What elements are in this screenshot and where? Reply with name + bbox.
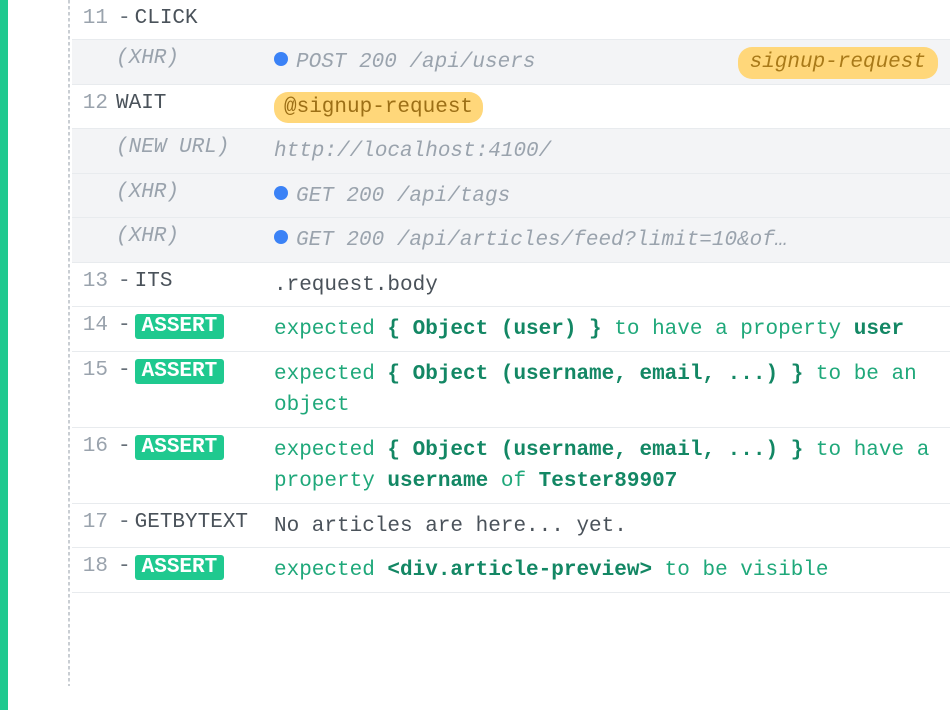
assert-value: { Object (user) } bbox=[387, 318, 601, 341]
child-dash: - bbox=[118, 7, 131, 30]
command-name-col: (XHR) bbox=[116, 45, 274, 70]
command-name-col: -ASSERT bbox=[116, 312, 274, 339]
command-row[interactable]: 14-ASSERTexpected { Object (user) } to h… bbox=[72, 307, 950, 352]
child-dash: - bbox=[118, 314, 131, 337]
assert-text: to be visible bbox=[652, 559, 828, 582]
line-number: 11 bbox=[72, 5, 116, 30]
line-number: 12 bbox=[72, 90, 116, 115]
command-row[interactable]: 16-ASSERTexpected { Object (username, em… bbox=[72, 428, 950, 504]
command-row[interactable]: (NEW URL) http://localhost:4100/ bbox=[72, 129, 950, 174]
command-name-col: WAIT bbox=[116, 90, 274, 115]
command-row[interactable]: 15-ASSERTexpected { Object (username, em… bbox=[72, 352, 950, 428]
command-message: No articles are here... yet. bbox=[274, 509, 938, 543]
command-name-col: (XHR) bbox=[116, 179, 274, 204]
assert-text: of bbox=[488, 470, 538, 493]
command-name-col: (NEW URL) bbox=[116, 134, 274, 159]
command-name-col: -ASSERT bbox=[116, 553, 274, 580]
assert-text: expected bbox=[274, 439, 387, 462]
command-name: (NEW URL) bbox=[116, 136, 229, 159]
child-dash: - bbox=[118, 270, 131, 293]
command-row[interactable]: 11-CLICK bbox=[72, 0, 950, 40]
child-dash: - bbox=[118, 435, 131, 458]
pass-indicator-bar bbox=[0, 0, 8, 710]
command-message bbox=[274, 5, 938, 7]
command-message: expected { Object (username, email, ...)… bbox=[274, 433, 938, 498]
command-name: ITS bbox=[135, 270, 173, 293]
command-row[interactable]: (XHR) GET 200 /api/tags bbox=[72, 174, 950, 219]
command-row[interactable]: 17-GETBYTEXTNo articles are here... yet. bbox=[72, 504, 950, 549]
assert-badge: ASSERT bbox=[135, 359, 225, 384]
command-name-col: -GETBYTEXT bbox=[116, 509, 274, 534]
command-message: http://localhost:4100/ bbox=[274, 134, 938, 168]
command-name: CLICK bbox=[135, 7, 198, 30]
route-alias-badge[interactable]: signup-request bbox=[738, 47, 938, 79]
assert-badge: ASSERT bbox=[135, 435, 225, 460]
command-log: 11-CLICK(XHR)POST 200 /api/userssignup-r… bbox=[0, 0, 950, 710]
line-number bbox=[72, 134, 116, 136]
command-message: .request.body bbox=[274, 268, 938, 302]
command-name: WAIT bbox=[116, 92, 166, 115]
command-message: expected <div.article-preview> to be vis… bbox=[274, 553, 938, 587]
line-number: 17 bbox=[72, 509, 116, 534]
command-name: (XHR) bbox=[116, 225, 179, 248]
assert-text: expected bbox=[274, 559, 387, 582]
command-message: GET 200 /api/articles/feed?limit=10&of… bbox=[274, 223, 938, 257]
command-name-col: -ITS bbox=[116, 268, 274, 293]
xhr-dot-icon bbox=[274, 230, 288, 244]
command-message: POST 200 /api/users signup-request bbox=[274, 45, 938, 79]
child-dash: - bbox=[118, 359, 131, 382]
command-rows: 11-CLICK(XHR)POST 200 /api/userssignup-r… bbox=[72, 0, 950, 710]
alias-badge[interactable]: @signup-request bbox=[274, 92, 483, 124]
assert-text: expected bbox=[274, 318, 387, 341]
line-number bbox=[72, 223, 116, 225]
assert-value: user bbox=[854, 318, 904, 341]
line-number bbox=[72, 179, 116, 181]
xhr-text: GET 200 /api/tags bbox=[296, 185, 510, 208]
assert-text: expected bbox=[274, 363, 387, 386]
xhr-dot-icon bbox=[274, 186, 288, 200]
line-number bbox=[72, 45, 116, 47]
command-message: expected { Object (username, email, ...)… bbox=[274, 357, 938, 422]
assert-value: <div.article-preview> bbox=[387, 559, 652, 582]
xhr-text: GET 200 /api/articles/feed?limit=10&of… bbox=[296, 229, 787, 252]
command-message: expected { Object (user) } to have a pro… bbox=[274, 312, 938, 346]
line-number: 18 bbox=[72, 553, 116, 578]
assert-badge: ASSERT bbox=[135, 555, 225, 580]
command-row[interactable]: 18-ASSERTexpected <div.article-preview> … bbox=[72, 548, 950, 593]
nesting-guide bbox=[66, 0, 72, 710]
command-name-col: -ASSERT bbox=[116, 433, 274, 460]
command-name-col: -CLICK bbox=[116, 5, 274, 30]
command-message: @signup-request bbox=[274, 90, 938, 124]
assert-value: { Object (username, email, ...) } bbox=[387, 363, 803, 386]
command-message: GET 200 /api/tags bbox=[274, 179, 938, 213]
assert-text: to have a property bbox=[602, 318, 854, 341]
command-name-col: -ASSERT bbox=[116, 357, 274, 384]
xhr-text: POST 200 /api/users bbox=[296, 51, 535, 74]
left-gutter bbox=[8, 0, 66, 710]
assert-value: username bbox=[387, 470, 488, 493]
command-name: (XHR) bbox=[116, 181, 179, 204]
xhr-dot-icon bbox=[274, 52, 288, 66]
command-row[interactable]: 13-ITS.request.body bbox=[72, 263, 950, 308]
command-name: GETBYTEXT bbox=[135, 511, 248, 534]
command-row[interactable]: (XHR) POST 200 /api/users signup-request bbox=[72, 40, 950, 85]
command-row[interactable]: (XHR) GET 200 /api/articles/feed?limit=10… bbox=[72, 218, 950, 263]
child-dash: - bbox=[118, 555, 131, 578]
line-number: 16 bbox=[72, 433, 116, 458]
assert-value: { Object (username, email, ...) } bbox=[387, 439, 803, 462]
assert-value: Tester89907 bbox=[539, 470, 678, 493]
line-number: 15 bbox=[72, 357, 116, 382]
line-number: 14 bbox=[72, 312, 116, 337]
command-name: (XHR) bbox=[116, 47, 179, 70]
command-row[interactable]: 12WAIT @signup-request bbox=[72, 85, 950, 130]
assert-badge: ASSERT bbox=[135, 314, 225, 339]
child-dash: - bbox=[118, 511, 131, 534]
line-number: 13 bbox=[72, 268, 116, 293]
command-name-col: (XHR) bbox=[116, 223, 274, 248]
